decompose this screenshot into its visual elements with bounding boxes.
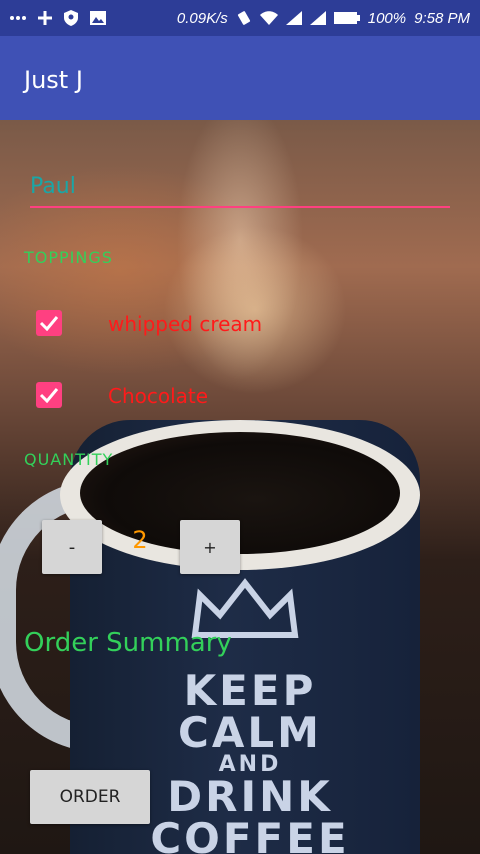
checkmark-icon bbox=[39, 316, 59, 331]
status-bar-left-icons bbox=[0, 10, 106, 26]
whipped-cream-label[interactable]: whipped cream bbox=[108, 312, 262, 336]
order-summary-heading: Order Summary bbox=[24, 628, 232, 658]
order-form: TOPPINGS whipped cream Chocolate QUANTIT… bbox=[0, 120, 480, 854]
vibrate-icon bbox=[236, 10, 252, 26]
more-icon bbox=[10, 15, 26, 21]
decrement-button[interactable]: - bbox=[42, 520, 102, 574]
signal-icon-2 bbox=[309, 11, 326, 25]
name-input[interactable] bbox=[30, 166, 450, 206]
plus-icon bbox=[38, 11, 52, 25]
order-button[interactable]: ORDER bbox=[30, 770, 150, 824]
chocolate-checkbox[interactable] bbox=[36, 382, 62, 408]
network-speed: 0.09K/s bbox=[176, 9, 228, 27]
wifi-icon bbox=[259, 11, 278, 25]
quantity-value: 2 bbox=[132, 526, 148, 554]
signal-icon bbox=[285, 11, 302, 25]
app-title: Just J bbox=[24, 66, 83, 94]
image-icon bbox=[90, 11, 106, 25]
toppings-label: TOPPINGS bbox=[24, 248, 113, 267]
checkmark-icon bbox=[39, 388, 59, 403]
battery-icon bbox=[333, 11, 360, 25]
battery-percent: 100% bbox=[367, 9, 407, 27]
app-bar: Just J bbox=[0, 36, 480, 120]
quantity-label: QUANTITY bbox=[24, 450, 114, 469]
chocolate-label[interactable]: Chocolate bbox=[108, 384, 208, 408]
clock: 9:58 PM bbox=[414, 9, 470, 27]
status-bar: 0.09K/s 100% 9:58 PM bbox=[0, 0, 480, 36]
increment-button[interactable]: + bbox=[180, 520, 240, 574]
name-field[interactable] bbox=[30, 166, 450, 208]
status-bar-right: 0.09K/s 100% 9:58 PM bbox=[177, 10, 480, 27]
whipped-cream-checkbox[interactable] bbox=[36, 310, 62, 336]
shield-icon bbox=[64, 10, 78, 26]
